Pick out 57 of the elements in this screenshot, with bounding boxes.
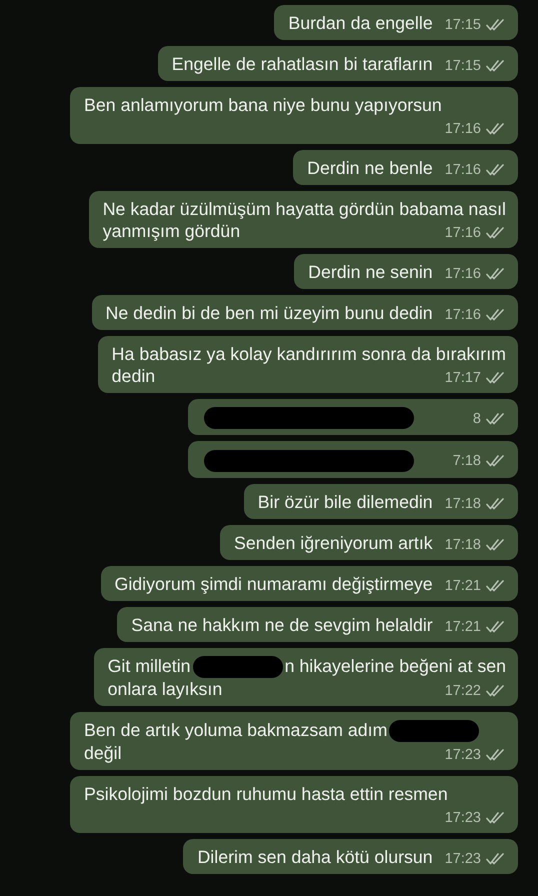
- message-time: 7:18: [452, 452, 481, 470]
- double-check-icon: [486, 164, 506, 176]
- message-time: 17:22: [444, 682, 481, 700]
- double-check-icon: [486, 684, 506, 697]
- message-text: Dilerim sen daha kötü olursun: [197, 847, 433, 868]
- message-text: Derdin ne senin: [308, 262, 433, 282]
- message-time: 17:23: [444, 809, 481, 828]
- double-check-icon: [486, 498, 506, 510]
- message-time: 17:23: [444, 746, 481, 764]
- message-time: 17:15: [444, 57, 481, 75]
- double-check-icon: [486, 413, 506, 425]
- double-check-icon: [486, 749, 506, 762]
- message-text: Ne kadar üzülmüşüm hayatta gördün babama nasıl: [102, 199, 506, 219]
- message-text: Psikolojimi bozdun ruhumu hasta ettin resmen: [84, 784, 448, 804]
- message-time: 17:17: [444, 369, 481, 387]
- message-text: Burdan da engelle: [288, 13, 433, 33]
- message-text: Senden iğreniyorum artık: [234, 532, 433, 553]
- message-time: 8: [472, 410, 481, 428]
- double-check-icon: [486, 60, 506, 72]
- double-check-icon: [486, 812, 506, 824]
- double-check-icon: [486, 268, 506, 280]
- message-text: yanmışım gördün: [102, 221, 240, 241]
- double-check-icon: [486, 309, 506, 321]
- double-check-icon: [486, 123, 506, 135]
- message-time: 17:15: [444, 16, 481, 34]
- message-time: 17:21: [444, 576, 481, 595]
- message-time: 17:16: [444, 224, 481, 242]
- double-check-icon: [486, 19, 506, 31]
- message-time: 17:18: [444, 536, 481, 554]
- message-time: 17:16: [444, 120, 481, 138]
- message-text: Derdin ne benle: [307, 158, 433, 178]
- double-check-icon: [486, 580, 506, 592]
- message-time: 17:16: [444, 161, 481, 179]
- message-text: Gidiyorum şimdi numaramı değiştirmeye: [114, 574, 433, 594]
- double-check-icon: [486, 372, 506, 384]
- message-time: 17:18: [444, 494, 481, 513]
- message-text: Git milletin: [108, 656, 191, 676]
- message-text: Sana ne hakkım ne de sevgim helaldir: [131, 614, 433, 635]
- message-time: 17:16: [444, 265, 481, 283]
- message-text: Bir özür bile dilemedin: [258, 492, 433, 512]
- double-check-icon: [486, 853, 506, 866]
- message-time: 17:23: [444, 850, 481, 868]
- message-text: Ben anlamıyorum bana niye bunu yapıyorsun: [84, 95, 442, 115]
- message-text: dedin: [112, 366, 156, 386]
- message-text: n hikayelerine beğeni at sen: [284, 656, 506, 676]
- message-text: Engelle de rahatlasın bi tarafların: [172, 54, 433, 74]
- message-text: onlara layıksın: [108, 678, 222, 699]
- message-time: 17:21: [444, 618, 481, 636]
- message-text: Ha babasız ya kolay kandırırım sonra da bırakırım: [112, 344, 506, 364]
- message-text: değil: [84, 743, 122, 764]
- double-check-icon: [486, 620, 506, 633]
- double-check-icon: [486, 227, 506, 239]
- message-text: Ben de artık yoluma bakmazsam adım: [84, 720, 388, 740]
- message-text: Ne dedin bi de ben mi üzeyim bunu dedin: [106, 303, 433, 323]
- double-check-icon: [486, 455, 506, 468]
- message-time: 17:16: [444, 306, 481, 324]
- double-check-icon: [486, 538, 506, 551]
